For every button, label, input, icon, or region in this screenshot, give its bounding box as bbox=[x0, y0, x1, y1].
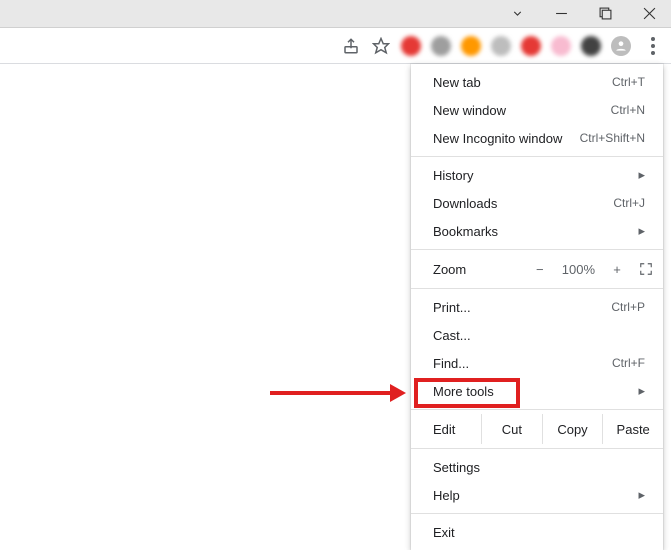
bookmark-star-icon[interactable] bbox=[371, 36, 391, 56]
menu-item-find[interactable]: Find... Ctrl+F bbox=[411, 349, 663, 377]
menu-item-settings[interactable]: Settings bbox=[411, 453, 663, 481]
zoom-value: 100% bbox=[562, 262, 595, 277]
menu-shortcut: Ctrl+N bbox=[611, 103, 645, 117]
menu-label: Cast... bbox=[433, 328, 645, 343]
annotation-arrow bbox=[270, 384, 406, 402]
edit-copy-button[interactable]: Copy bbox=[542, 414, 603, 444]
menu-shortcut: Ctrl+J bbox=[613, 196, 645, 210]
window-minimize-button[interactable] bbox=[539, 0, 583, 28]
submenu-arrow-icon: ▸ bbox=[635, 487, 645, 503]
menu-separator bbox=[411, 249, 663, 250]
menu-item-zoom: Zoom − 100% + bbox=[411, 254, 663, 284]
menu-item-help[interactable]: Help ▸ bbox=[411, 481, 663, 509]
menu-item-more-tools[interactable]: More tools ▸ bbox=[411, 377, 663, 405]
extension-icon[interactable] bbox=[431, 36, 451, 56]
menu-item-print[interactable]: Print... Ctrl+P bbox=[411, 293, 663, 321]
menu-shortcut: Ctrl+Shift+N bbox=[580, 131, 645, 145]
window-close-button[interactable] bbox=[627, 0, 671, 28]
window-maximize-button[interactable] bbox=[583, 0, 627, 28]
menu-shortcut: Ctrl+F bbox=[612, 356, 645, 370]
menu-label: Settings bbox=[433, 460, 645, 475]
menu-item-downloads[interactable]: Downloads Ctrl+J bbox=[411, 189, 663, 217]
submenu-arrow-icon: ▸ bbox=[635, 383, 645, 399]
menu-label: New window bbox=[433, 103, 611, 118]
menu-label: Find... bbox=[433, 356, 612, 371]
menu-separator bbox=[411, 448, 663, 449]
extension-icon[interactable] bbox=[581, 36, 601, 56]
extension-icon[interactable] bbox=[491, 36, 511, 56]
menu-item-new-tab[interactable]: New tab Ctrl+T bbox=[411, 68, 663, 96]
browser-toolbar bbox=[0, 28, 671, 64]
menu-label: Exit bbox=[433, 525, 645, 540]
menu-label: More tools bbox=[433, 384, 635, 399]
zoom-in-button[interactable]: + bbox=[609, 262, 625, 277]
menu-separator bbox=[411, 288, 663, 289]
profile-avatar[interactable] bbox=[611, 36, 631, 56]
menu-shortcut: Ctrl+P bbox=[611, 300, 645, 314]
submenu-arrow-icon: ▸ bbox=[635, 167, 645, 183]
menu-item-bookmarks[interactable]: Bookmarks ▸ bbox=[411, 217, 663, 245]
menu-item-exit[interactable]: Exit bbox=[411, 518, 663, 546]
edit-cut-button[interactable]: Cut bbox=[481, 414, 542, 444]
menu-label: Print... bbox=[433, 300, 611, 315]
extension-icon[interactable] bbox=[401, 36, 421, 56]
window-titlebar bbox=[0, 0, 671, 28]
zoom-out-button[interactable]: − bbox=[532, 262, 548, 277]
chrome-main-menu: New tab Ctrl+T New window Ctrl+N New Inc… bbox=[411, 64, 663, 550]
extension-icon[interactable] bbox=[521, 36, 541, 56]
menu-label: Downloads bbox=[433, 196, 613, 211]
menu-label: Help bbox=[433, 488, 635, 503]
menu-separator bbox=[411, 409, 663, 410]
extension-icon[interactable] bbox=[461, 36, 481, 56]
menu-separator bbox=[411, 156, 663, 157]
menu-item-cast[interactable]: Cast... bbox=[411, 321, 663, 349]
tab-dropdown-icon[interactable] bbox=[495, 0, 539, 28]
menu-label: Zoom bbox=[433, 262, 532, 277]
extension-icon[interactable] bbox=[551, 36, 571, 56]
submenu-arrow-icon: ▸ bbox=[635, 223, 645, 239]
menu-item-new-incognito[interactable]: New Incognito window Ctrl+Shift+N bbox=[411, 124, 663, 152]
menu-item-history[interactable]: History ▸ bbox=[411, 161, 663, 189]
menu-label: Bookmarks bbox=[433, 224, 635, 239]
share-icon[interactable] bbox=[341, 36, 361, 56]
menu-item-new-window[interactable]: New window Ctrl+N bbox=[411, 96, 663, 124]
menu-label: History bbox=[433, 168, 635, 183]
menu-label: New Incognito window bbox=[433, 131, 580, 146]
fullscreen-icon[interactable] bbox=[639, 262, 653, 276]
menu-label: Edit bbox=[411, 414, 481, 444]
menu-label: New tab bbox=[433, 75, 612, 90]
edit-paste-button[interactable]: Paste bbox=[602, 414, 663, 444]
kebab-menu-button[interactable] bbox=[641, 34, 665, 58]
menu-shortcut: Ctrl+T bbox=[612, 75, 645, 89]
menu-item-edit: Edit Cut Copy Paste bbox=[411, 414, 663, 444]
